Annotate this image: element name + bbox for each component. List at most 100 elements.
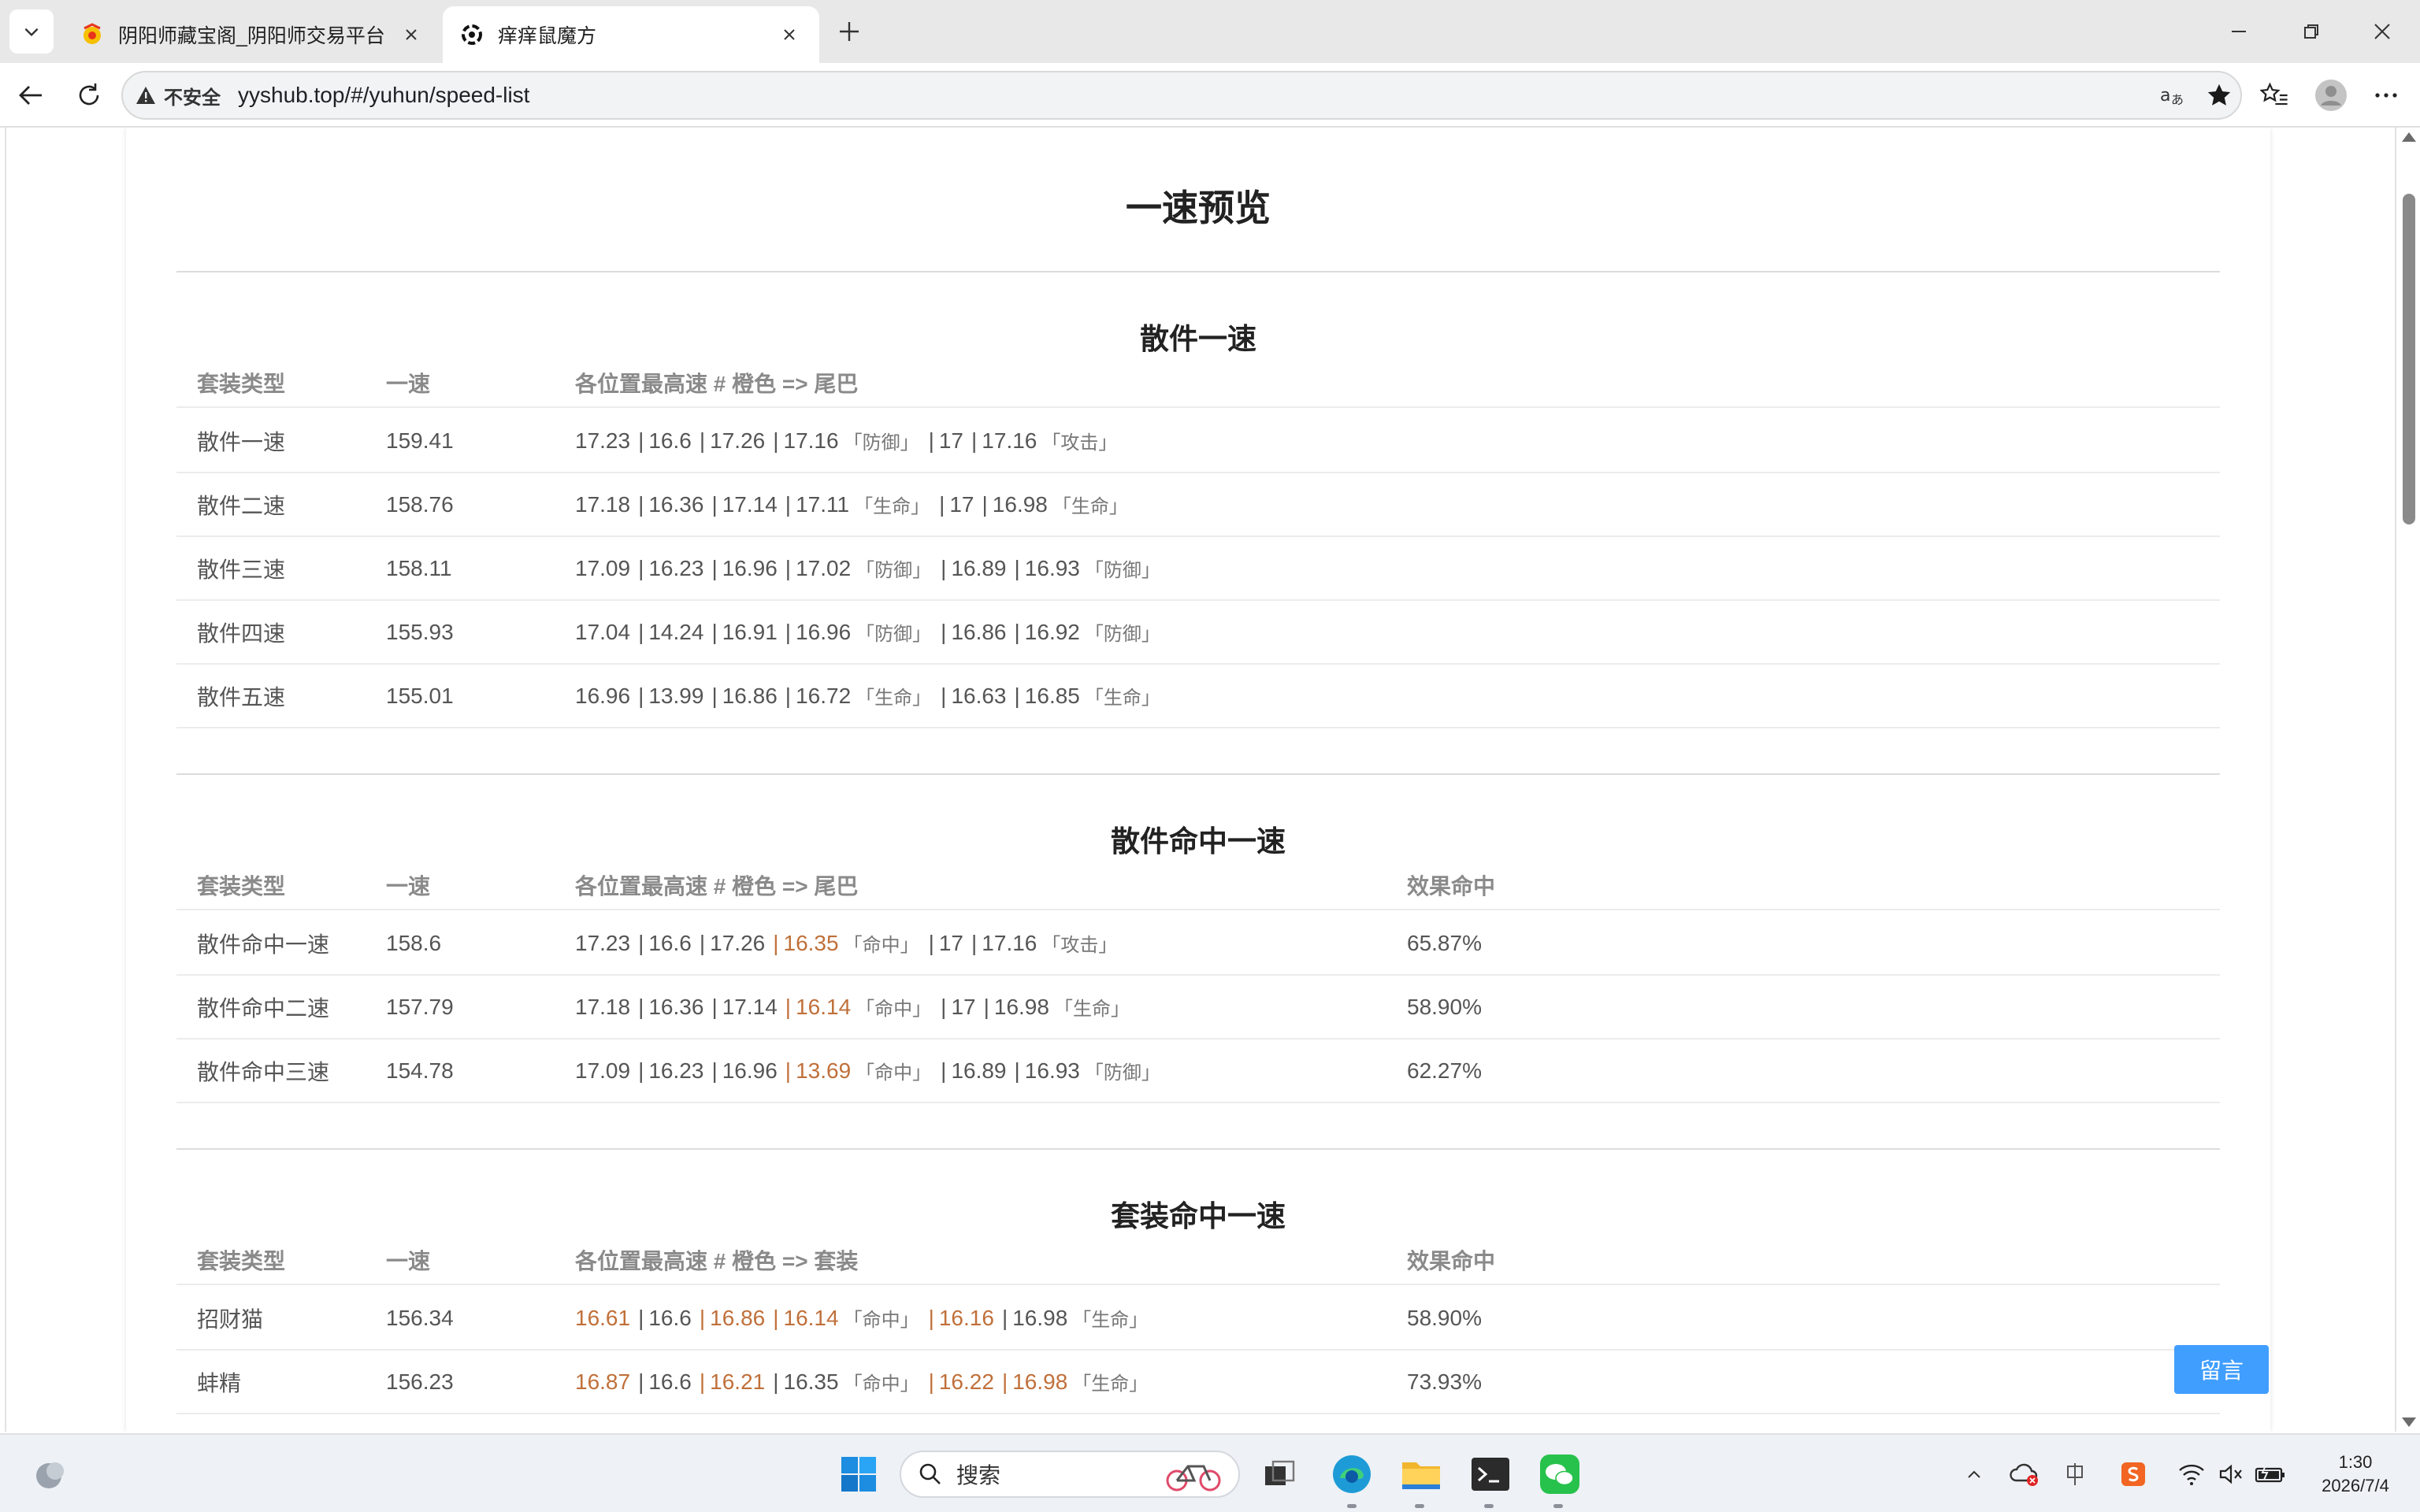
table-row: 散件命中二速 157.79 17.18 | 16.36 | 17.14 | 16.14 「命中」 |… (176, 976, 2220, 1040)
divider (176, 773, 2220, 775)
taskbar-file-explorer-button[interactable] (1399, 1452, 1443, 1496)
open-app-indicator (1415, 1504, 1424, 1508)
folder-icon (1402, 1462, 1440, 1489)
slot-separator: | (928, 930, 934, 955)
table-header: 套装类型 一速 各位置最高速 # 橙色 => 尾巴 效果命中 (176, 862, 2220, 910)
slot-separator: | (711, 683, 718, 708)
slot-separator: | (638, 619, 644, 644)
restore-icon (2304, 24, 2318, 39)
slot-attribute-tag: 「命中」 (843, 1310, 919, 1331)
wifi-icon (2179, 1464, 2204, 1485)
back-button[interactable] (11, 76, 50, 115)
slot-attribute-tag: 「生命」 (1072, 1373, 1149, 1395)
input-method-button[interactable] (2059, 1458, 2091, 1490)
yangyangshu-favicon-icon (458, 21, 485, 48)
close-window-button[interactable] (2362, 11, 2403, 52)
page-title: 一速预览 (1126, 187, 1271, 228)
effect-hit-cell: 73.93% (1407, 1369, 1482, 1394)
slot-speed-value: 16.96 (796, 619, 852, 644)
slot-speed-value: 16.36 (648, 491, 704, 517)
slot-separator: | (941, 683, 947, 708)
table-row: 散件一速 159.41 17.23 | 16.6 | 17.26 | 17.16 「防御」 | 17 |… (176, 410, 2220, 473)
reload-button[interactable] (69, 76, 109, 115)
battery-status[interactable] (2255, 1458, 2286, 1490)
set-type-cell: 散件一速 (197, 429, 286, 454)
scroll-down-icon[interactable] (2402, 1418, 2416, 1427)
scroll-up-icon[interactable] (2402, 132, 2416, 142)
slot-separator: | (773, 1369, 779, 1394)
volume-status[interactable] (2215, 1458, 2247, 1490)
slot-separator: | (773, 930, 779, 955)
set-type-cell: 散件命中一速 (197, 932, 330, 957)
close-tab-icon[interactable] (397, 20, 425, 49)
taskbar-edge-button[interactable] (1330, 1452, 1374, 1496)
settings-more-button[interactable] (2366, 76, 2406, 115)
taskbar-clock[interactable]: 1:30 2026/7/4 (2300, 1451, 2411, 1498)
show-hidden-icons-button[interactable] (1958, 1458, 1990, 1490)
sogou-ime-button[interactable] (2118, 1458, 2149, 1490)
tray-app-status[interactable] (2009, 1458, 2040, 1490)
taskbar-wechat-button[interactable] (1538, 1452, 1582, 1496)
slot-speed-value: 16.93 (1024, 1058, 1080, 1083)
favorite-star-button[interactable] (2199, 76, 2239, 115)
page-scrollbar[interactable] (2396, 128, 2420, 1432)
slot-speed-value: 17.04 (575, 619, 631, 644)
speed-cell: 156.23 (386, 1369, 454, 1394)
close-tab-icon[interactable] (775, 20, 804, 49)
slot-speed-value: 16.6 (648, 428, 692, 453)
header-set-type: 套装类型 (197, 1249, 286, 1273)
taskbar-terminal-button[interactable] (1468, 1452, 1512, 1496)
slot-attribute-tag: 「生命」 (854, 496, 930, 517)
slot-speed-value: 17.16 (982, 428, 1037, 453)
effect-hit-cell: 62.27% (1407, 1058, 1482, 1083)
minimize-button[interactable] (2218, 11, 2259, 52)
message-button[interactable]: 留言 (2174, 1345, 2269, 1394)
restore-button[interactable] (2291, 11, 2332, 52)
slot-speed-value: 13.99 (648, 683, 704, 708)
slot-attribute-tag: 「攻击」 (1041, 935, 1118, 956)
tab-actions-button[interactable] (9, 9, 54, 54)
read-aloud-translate-button[interactable]: aあ (2154, 76, 2193, 115)
slot-attribute-tag: 「防御」 (1084, 560, 1160, 581)
active-app-indicator (1347, 1504, 1357, 1508)
browser-toolbar: 不安全 yyshub.top/#/yuhun/speed-list aあ (0, 63, 2420, 128)
weather-widget-icon[interactable] (28, 1452, 72, 1496)
windows-logo-icon (841, 1457, 876, 1492)
set-type-cell: 招财猫 (197, 1306, 264, 1332)
start-button[interactable] (837, 1452, 881, 1496)
header-speed: 一速 (386, 874, 431, 899)
slot-attribute-tag: 「防御」 (856, 624, 932, 645)
slot-separator: | (941, 619, 947, 644)
ime-chinese-icon (2067, 1463, 2083, 1485)
slot-separator: | (699, 1305, 706, 1330)
set-type-cell: 散件二速 (197, 493, 286, 518)
svg-text:a: a (2160, 86, 2170, 106)
task-view-button[interactable] (1257, 1452, 1301, 1496)
tab-cangbaoge[interactable]: 阴阳师藏宝阁_阴阳师交易平台 (63, 6, 441, 63)
address-bar[interactable]: 不安全 yyshub.top/#/yuhun/speed-list (121, 71, 2242, 120)
slot-speed-value: 16.98 (992, 491, 1048, 517)
speed-cell: 158.11 (386, 555, 452, 580)
slot-speed-value: 16.87 (575, 1369, 631, 1394)
open-app-indicator (1484, 1504, 1494, 1508)
slot-separator: | (638, 1305, 644, 1330)
new-tab-button[interactable] (830, 13, 868, 50)
tab-title: 阴阳师藏宝阁_阴阳师交易平台 (118, 25, 385, 47)
slot-separator: | (711, 619, 718, 644)
section-title-set-hit: 套装命中一速 (1111, 1200, 1286, 1232)
taskbar-search-box[interactable]: 搜索 (900, 1451, 1240, 1498)
slot-speed-value: 17.16 (783, 428, 839, 453)
scrollbar-thumb[interactable] (2403, 194, 2415, 524)
divider (176, 271, 2220, 272)
slot-separator: | (638, 428, 644, 453)
section-title-sanjian: 散件一速 (1140, 323, 1256, 355)
slot-separator: | (711, 994, 718, 1019)
slot-speed-value: 17.26 (710, 930, 766, 955)
slot-attribute-tag: 「命中」 (856, 999, 932, 1020)
favorites-button[interactable] (2255, 76, 2294, 115)
wifi-status[interactable] (2176, 1458, 2207, 1490)
profile-button[interactable] (2311, 76, 2351, 115)
tab-yangyangshu[interactable]: 痒痒鼠魔方 (443, 6, 819, 63)
slot-separator: | (941, 1058, 947, 1083)
slot-speed-value: 16.14 (783, 1305, 839, 1330)
